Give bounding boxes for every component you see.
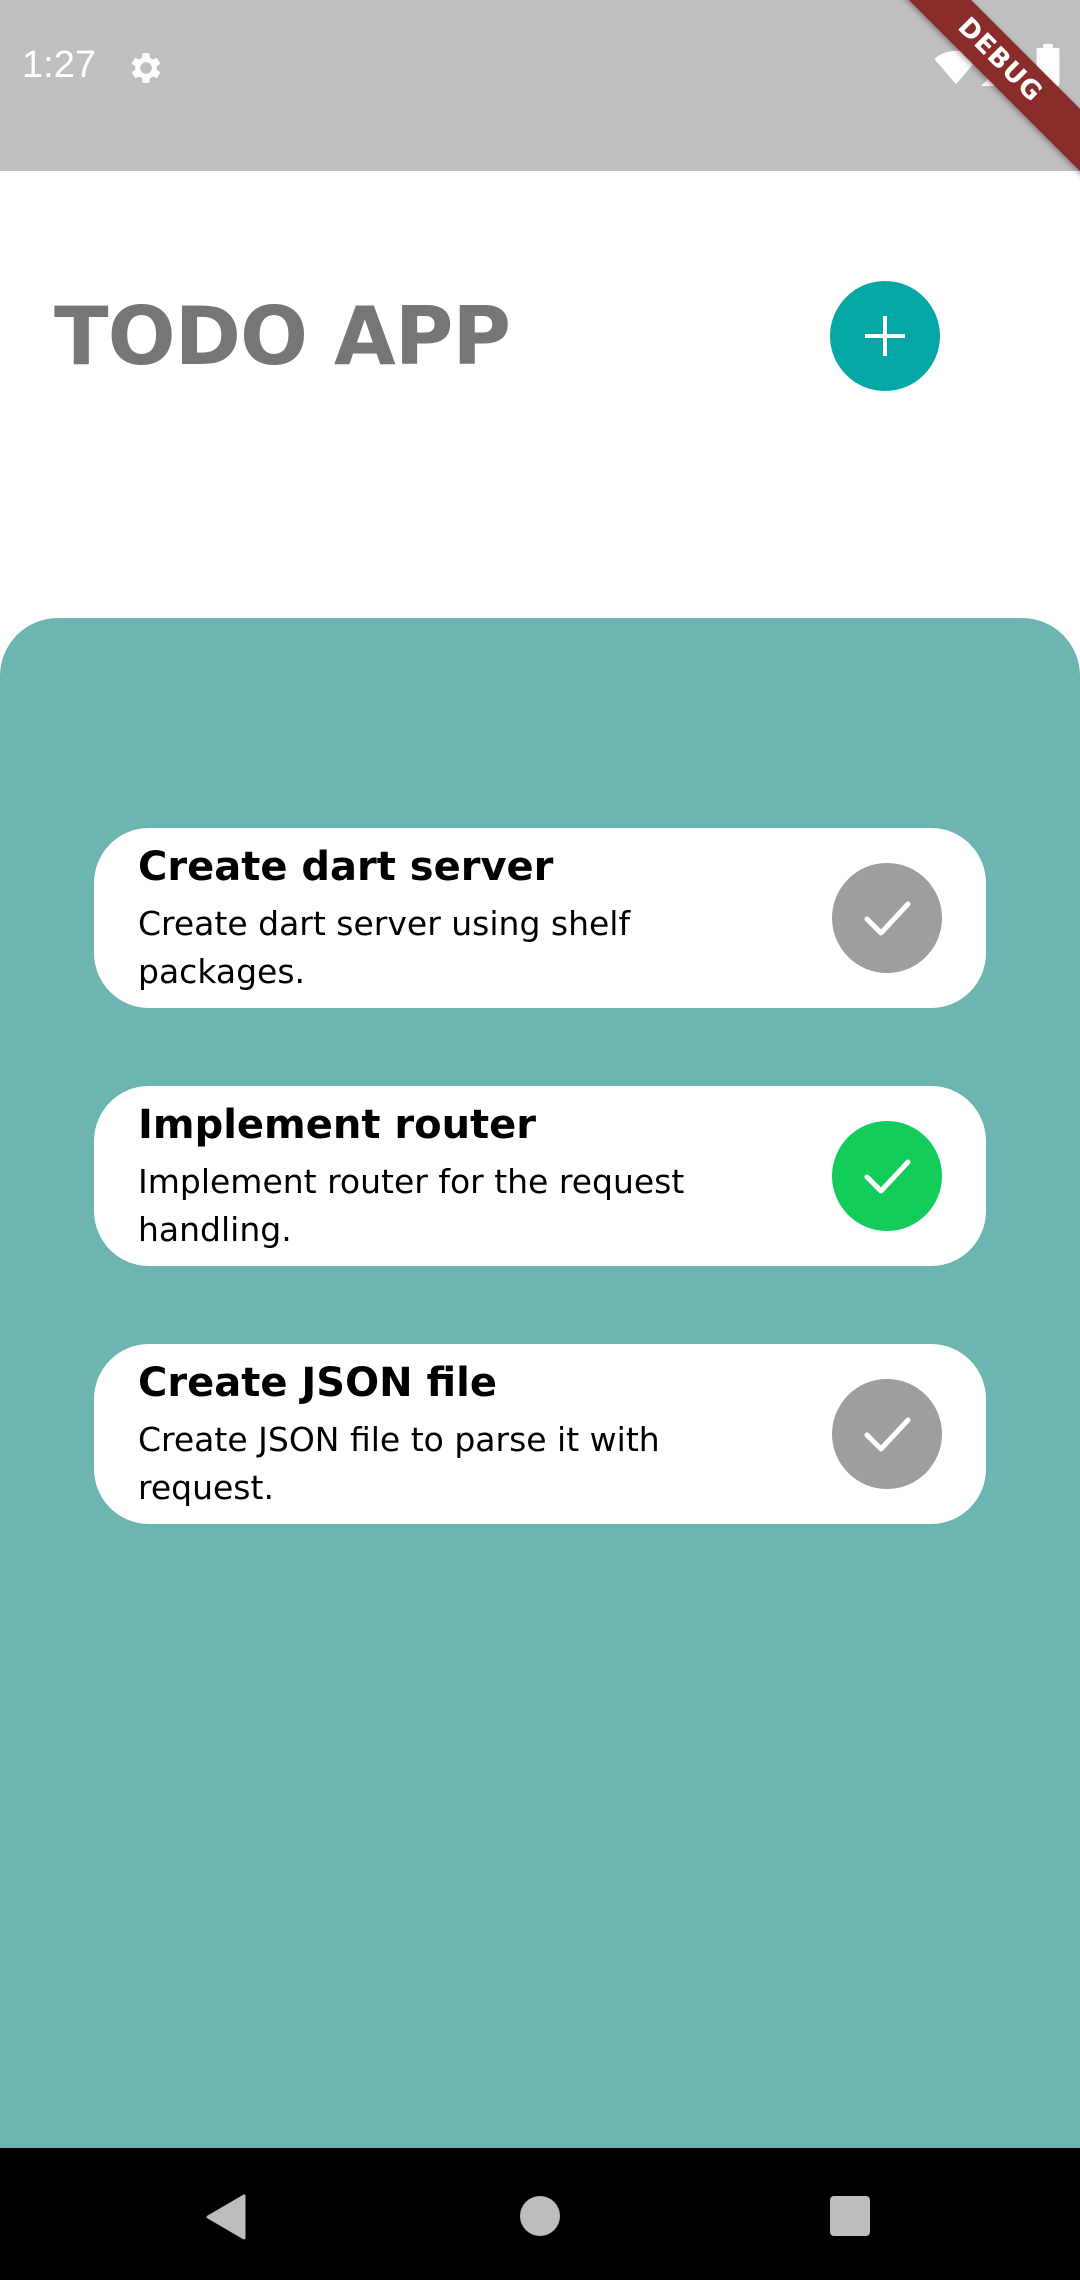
todo-title: Create dart server	[138, 844, 554, 890]
todo-card[interactable]: Create JSON file Create JSON file to par…	[94, 1344, 986, 1524]
add-todo-button[interactable]	[830, 281, 940, 391]
toggle-done-button[interactable]	[832, 1121, 942, 1231]
todo-title: Create JSON file	[138, 1360, 497, 1406]
back-icon[interactable]	[204, 2194, 248, 2240]
check-icon	[864, 1417, 911, 1452]
status-time: 1:27	[22, 44, 96, 86]
todo-title: Implement router	[138, 1102, 537, 1148]
status-bar: 1:27 DEBUG	[0, 0, 1080, 182]
debug-banner: DEBUG	[878, 0, 1080, 182]
todo-description: Create dart server using shelf packages.	[138, 904, 631, 991]
check-icon	[864, 1159, 911, 1194]
check-icon	[864, 901, 911, 936]
page-title: TODO APP	[54, 290, 511, 383]
home-icon[interactable]	[520, 2196, 560, 2236]
plus-icon	[865, 316, 905, 356]
todo-list-panel: Create dart server Create dart server us…	[0, 618, 1080, 2148]
toggle-done-button[interactable]	[832, 863, 942, 973]
todo-description: Implement router for the request handlin…	[138, 1162, 685, 1249]
gear-icon	[131, 53, 161, 83]
recents-icon[interactable]	[830, 2196, 870, 2236]
todo-card[interactable]: Create dart server Create dart server us…	[94, 828, 986, 1008]
toggle-done-button[interactable]	[832, 1379, 942, 1489]
todo-description: Create JSON file to parse it with reques…	[138, 1420, 660, 1507]
todo-card[interactable]: Implement router Implement router for th…	[94, 1086, 986, 1266]
navigation-bar	[0, 2148, 1080, 2280]
screen: 1:27 DEBUG TODO APP Create dart server C…	[0, 0, 1080, 2280]
